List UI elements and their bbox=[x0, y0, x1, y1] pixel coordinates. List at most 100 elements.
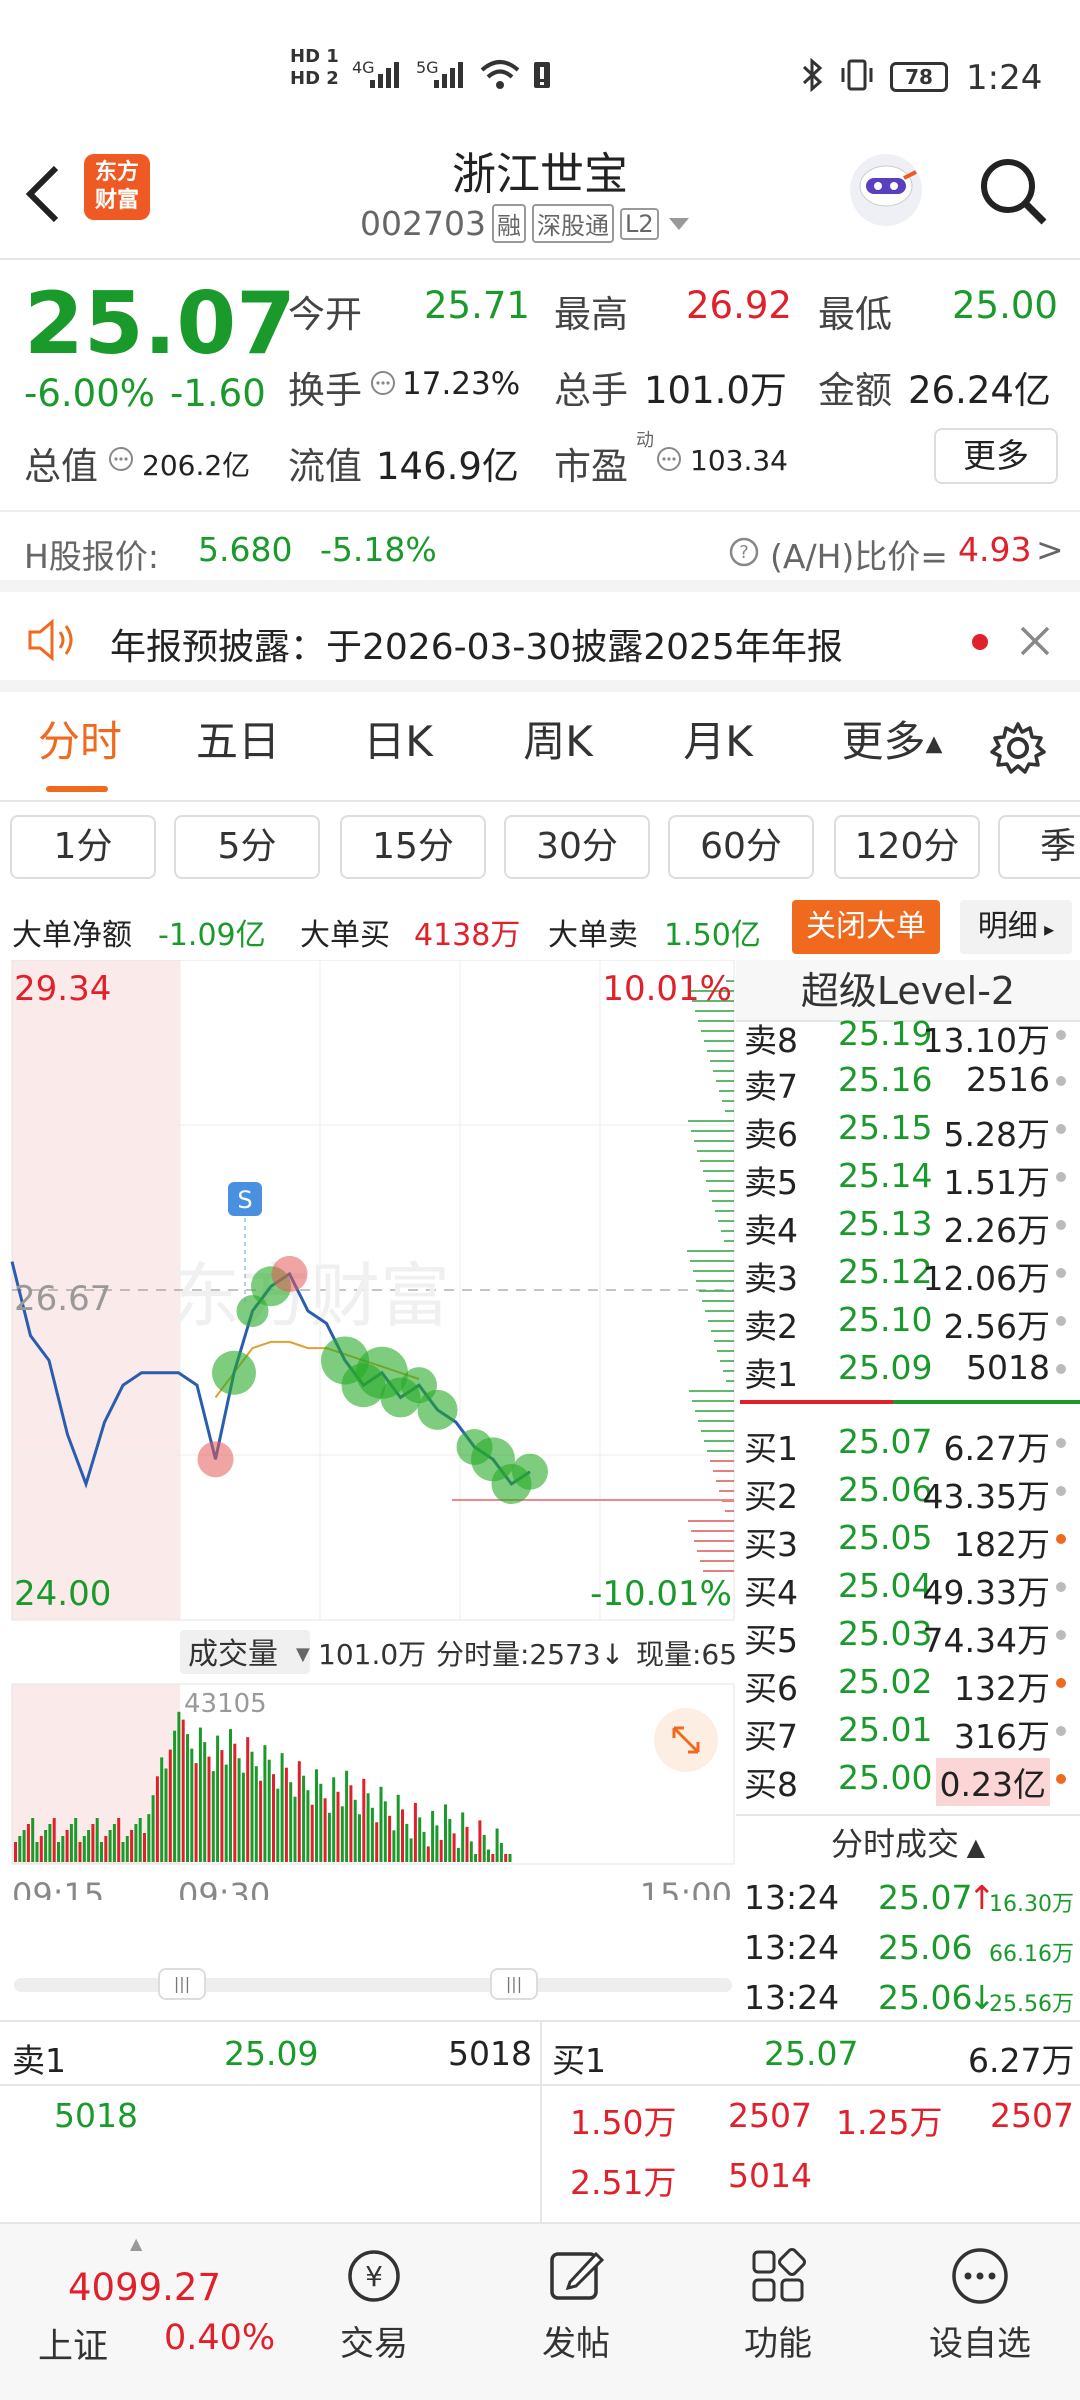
ask-row[interactable]: 卖2 25.10 2.56万 bbox=[742, 1298, 1080, 1346]
ask-volume: 5.28万 bbox=[943, 1115, 1050, 1154]
info-dots-icon-2[interactable] bbox=[108, 446, 134, 472]
tab-intraday[interactable]: 分时 bbox=[10, 692, 150, 792]
bid-row[interactable]: 买8 25.00 0.23亿 bbox=[742, 1756, 1080, 1806]
period-quarter[interactable]: 季 bbox=[998, 815, 1080, 879]
volume-bar bbox=[431, 1810, 435, 1862]
order-bubble[interactable] bbox=[271, 1255, 308, 1292]
range-slider-track[interactable] bbox=[14, 1978, 732, 1992]
volume-bar bbox=[78, 1842, 82, 1862]
bid-row[interactable]: 买6 25.02 132万 bbox=[742, 1660, 1080, 1708]
bid-volume: 49.33万 bbox=[922, 1573, 1050, 1612]
bid-volume: 182万 bbox=[954, 1525, 1050, 1564]
tick-row: 13:24 25.06 ↓ 25.56万 bbox=[742, 1976, 1080, 2024]
volume-bar bbox=[160, 1757, 164, 1862]
close-bigorder-button[interactable]: 关闭大单 bbox=[792, 900, 940, 954]
nav-post[interactable]: 发帖 bbox=[496, 2244, 656, 2365]
nav-trade[interactable]: ¥ 交易 bbox=[294, 2244, 454, 2365]
ask-label: 卖6 bbox=[744, 1115, 798, 1154]
volume-bar bbox=[177, 1711, 181, 1862]
info-dots-icon-3[interactable] bbox=[656, 446, 682, 472]
notice-banner[interactable]: 年报预披露：于2026-03-30披露2025年年报 bbox=[0, 592, 1080, 692]
volume-bar bbox=[332, 1777, 336, 1862]
bid-row[interactable]: 买3 25.05 182万 bbox=[742, 1516, 1080, 1564]
bid-row[interactable]: 买7 25.01 316万 bbox=[742, 1708, 1080, 1756]
tab-weekly-k[interactable]: 周K bbox=[488, 692, 628, 792]
volume-bar bbox=[207, 1756, 211, 1862]
period-5min[interactable]: 5分 bbox=[174, 815, 320, 879]
period-15min[interactable]: 15分 bbox=[340, 815, 486, 879]
bid-label: 买6 bbox=[744, 1669, 798, 1708]
bid-row[interactable]: 买1 25.07 6.27万 bbox=[742, 1420, 1080, 1468]
depth-bar bbox=[694, 1540, 734, 1542]
period-60min[interactable]: 60分 bbox=[668, 815, 814, 879]
ask-label: 卖2 bbox=[744, 1307, 798, 1346]
index-ticker[interactable]: ▲ 4099.27 上证 0.40% bbox=[20, 2234, 280, 2384]
volume-bar bbox=[499, 1843, 503, 1862]
tab-daily-k[interactable]: 日K bbox=[328, 692, 468, 792]
low-label: 最低 bbox=[818, 293, 892, 336]
gear-icon[interactable] bbox=[990, 720, 1046, 776]
order-bubble[interactable] bbox=[197, 1441, 234, 1478]
nav-watchlist[interactable]: 设自选 bbox=[900, 2244, 1060, 2365]
question-icon[interactable]: ? bbox=[728, 536, 760, 568]
detail-button[interactable]: 明细 ▸ bbox=[960, 900, 1072, 954]
ask-row[interactable]: 卖3 25.12 12.06万 bbox=[742, 1250, 1080, 1298]
chart-canvas[interactable]: 东方财富 S 29.34 24.00 26.67 10.01% -10.01% … bbox=[0, 960, 736, 1900]
bid-row[interactable]: 买4 25.04 49.33万 bbox=[742, 1564, 1080, 1612]
volume-bar bbox=[216, 1735, 220, 1862]
volume-bar bbox=[280, 1753, 284, 1862]
volume-bar bbox=[22, 1830, 26, 1862]
hshare-row[interactable]: H股报价: 5.680 -5.18% ? (A/H)比价= 4.93 > bbox=[0, 510, 1080, 592]
stock-code-row[interactable]: 002703 融 深股通 L2 bbox=[360, 204, 740, 243]
volume-bar bbox=[65, 1830, 69, 1862]
period-120min[interactable]: 120分 bbox=[834, 815, 980, 879]
search-icon[interactable] bbox=[976, 154, 1052, 230]
ask-volume: 2.26万 bbox=[943, 1211, 1050, 1250]
tab-more[interactable]: 更多▲ bbox=[822, 692, 962, 792]
more-button[interactable]: 更多 bbox=[934, 428, 1058, 484]
tab-five-day[interactable]: 五日 bbox=[168, 692, 308, 792]
volume-bar bbox=[31, 1818, 35, 1862]
wifi-icon bbox=[480, 60, 520, 89]
ask-row[interactable]: 卖4 25.13 2.26万 bbox=[742, 1202, 1080, 1250]
bid-dot bbox=[1056, 1486, 1066, 1496]
bid-row[interactable]: 买2 25.06 43.35万 bbox=[742, 1468, 1080, 1516]
volume-bar bbox=[138, 1818, 142, 1862]
order-bubble[interactable] bbox=[512, 1453, 548, 1490]
volume-bar bbox=[405, 1823, 409, 1862]
order-bubble[interactable] bbox=[212, 1350, 256, 1395]
volume-bar bbox=[254, 1766, 258, 1862]
info-dots-icon[interactable] bbox=[370, 370, 396, 396]
close-icon[interactable] bbox=[1018, 624, 1052, 658]
volume-bar bbox=[349, 1785, 353, 1862]
ticks-header[interactable]: 分时成交 ▲ bbox=[736, 1814, 1080, 1870]
depth-bar bbox=[700, 1160, 734, 1162]
period-1min[interactable]: 1分 bbox=[10, 815, 156, 879]
intraday-chart[interactable]: 东方财富 S 29.34 24.00 26.67 10.01% -10.01% … bbox=[0, 960, 736, 1900]
depth-bar bbox=[713, 1070, 734, 1072]
volume-bar bbox=[465, 1826, 469, 1862]
volume-bar bbox=[302, 1775, 306, 1862]
period-30min[interactable]: 30分 bbox=[504, 815, 650, 879]
ask-row[interactable]: 卖8 25.19 13.10万 bbox=[742, 1012, 1080, 1060]
tab-monthly-k[interactable]: 月K bbox=[648, 692, 788, 792]
depth-bar bbox=[708, 1320, 734, 1322]
robot-assistant-icon[interactable] bbox=[846, 150, 926, 230]
volume-bar bbox=[491, 1854, 495, 1862]
amount-value: 26.24亿 bbox=[908, 369, 1051, 412]
ask-row[interactable]: 卖1 25.09 5018 bbox=[742, 1346, 1080, 1394]
volume-bar bbox=[487, 1849, 490, 1863]
depth-bar bbox=[694, 1140, 734, 1142]
ask-row[interactable]: 卖7 25.16 2516 bbox=[742, 1058, 1080, 1106]
ask-row[interactable]: 卖6 25.15 5.28万 bbox=[742, 1106, 1080, 1154]
range-handle-right[interactable]: ||| bbox=[490, 1968, 538, 2000]
bluetooth-icon bbox=[802, 58, 823, 92]
volume-bar bbox=[319, 1783, 323, 1862]
range-handle-left[interactable]: ||| bbox=[158, 1968, 206, 2000]
bid-row[interactable]: 买5 25.03 74.34万 bbox=[742, 1612, 1080, 1660]
ask-row[interactable]: 卖5 25.14 1.51万 bbox=[742, 1154, 1080, 1202]
sim-alert-icon bbox=[534, 62, 550, 88]
order-bubble[interactable] bbox=[417, 1389, 458, 1430]
nav-functions[interactable]: 功能 bbox=[698, 2244, 858, 2365]
ask-price: 25.10 bbox=[838, 1300, 933, 1339]
